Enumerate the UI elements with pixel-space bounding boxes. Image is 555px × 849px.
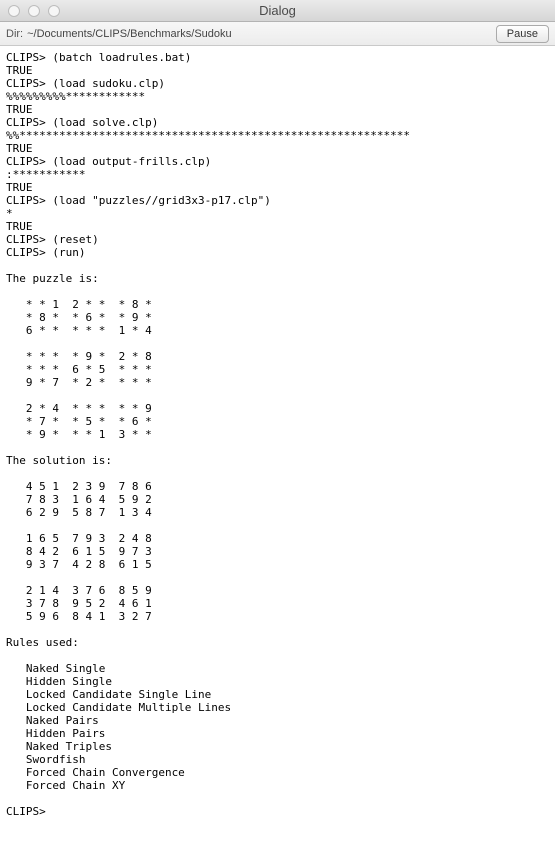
- titlebar: Dialog: [0, 0, 555, 22]
- close-icon[interactable]: [8, 5, 20, 17]
- minimize-icon[interactable]: [28, 5, 40, 17]
- toolbar: Dir: ~/Documents/CLIPS/Benchmarks/Sudoku…: [0, 22, 555, 46]
- pause-button[interactable]: Pause: [496, 25, 549, 43]
- dir-label: Dir:: [6, 28, 23, 40]
- window-title: Dialog: [0, 3, 555, 18]
- zoom-icon[interactable]: [48, 5, 60, 17]
- dir-path: ~/Documents/CLIPS/Benchmarks/Sudoku: [27, 28, 232, 40]
- traffic-lights: [0, 5, 60, 17]
- terminal-output[interactable]: CLIPS> (batch loadrules.bat) TRUE CLIPS>…: [0, 46, 555, 849]
